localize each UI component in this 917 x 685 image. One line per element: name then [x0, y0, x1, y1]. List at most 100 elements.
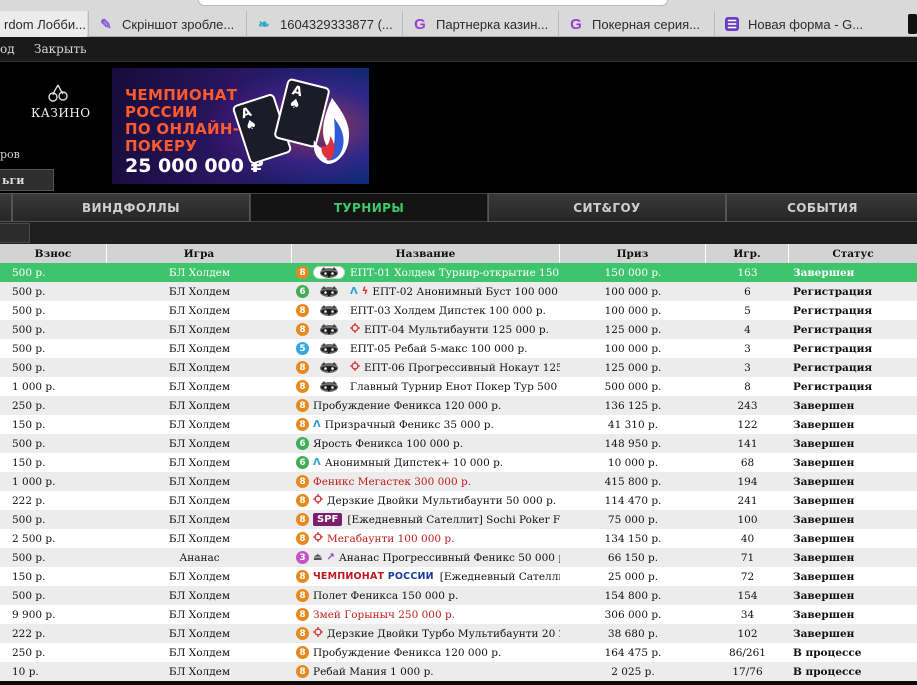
casino-link-label[interactable]: КАЗИНО — [31, 106, 91, 120]
fee-cell: 500 р. — [0, 434, 107, 453]
tab-events[interactable]: СОБЫТИЯ — [726, 193, 917, 222]
prize-cell: 41 310 р. — [607, 418, 659, 431]
name-cell: 8 Полет Феникса 150 000 р. — [292, 586, 560, 605]
game-cell: БЛ Холдем — [168, 532, 231, 545]
menu-item-close[interactable]: Закрыть — [34, 42, 87, 56]
status-cell: Завершен — [793, 627, 855, 640]
championship-banner[interactable]: ЧЕМПИОНАТ РОССИИ ПО ОНЛАЙН- ПОКЕРУ 25 00… — [112, 68, 369, 184]
players-cell: 86/261 — [729, 646, 766, 659]
game-cell: БЛ Холдем — [168, 361, 231, 374]
players-cell: 40 — [740, 532, 755, 545]
tab-tournaments[interactable]: ТУРНИРЫ — [250, 193, 488, 222]
table-size-badge: 6 — [296, 456, 309, 469]
column-header-name[interactable]: Название — [292, 244, 560, 263]
cherries-icon[interactable] — [47, 82, 69, 104]
menu-item-partial[interactable]: од — [0, 42, 15, 56]
tab-windfalls[interactable]: ВИНДФОЛЛЫ — [12, 193, 250, 222]
browser-tab[interactable]: G Партнерка казин... — [402, 11, 558, 37]
table-row[interactable]: 250 р. БЛ Холдем 8 Пробуждение Феникса 120 … — [0, 643, 917, 662]
prize-cell: 114 470 р. — [604, 494, 662, 507]
column-header-game[interactable]: Игра — [107, 244, 292, 263]
table-row[interactable]: 9 900 р. БЛ Холдем 8 Змей Горыныч 250 000 р… — [0, 605, 917, 624]
fee-value: 150 р. — [12, 418, 46, 431]
browser-tab[interactable]: ✎ Скріншот зробле... — [88, 11, 244, 37]
players-cell: 163 — [737, 266, 758, 279]
table-row[interactable]: 2 500 р. БЛ Холдем 8 Мегабаунти 100 000 р. 1… — [0, 529, 917, 548]
tournament-name: Дерзкие Двойки Турбо Мультибаунти 20 222… — [327, 627, 560, 640]
column-header-players[interactable]: Игр. — [706, 244, 789, 263]
table-size-badge: 8 — [296, 627, 309, 640]
table-row[interactable]: 500 р. БЛ Холдем 8 Полет Феникса 150 000 р.… — [0, 586, 917, 605]
table-row[interactable]: 500 р. БЛ Холдем 8 EПТ-03 Холдем Дипстек 10… — [0, 301, 917, 320]
prize-cell: 100 000 р. — [604, 342, 662, 355]
table-row[interactable]: 150 р. БЛ Холдем 8 ЧЕМПИОНАТ РОССИИ [Ежеднев… — [0, 567, 917, 586]
table-row[interactable]: 500 р. БЛ Холдем 8 EПТ-04 Мультибаунти 125 … — [0, 320, 917, 339]
fee-cell: 10 р. — [0, 662, 107, 681]
browser-tab-overflow[interactable] — [908, 14, 917, 34]
prize-cell: 150 000 р. — [604, 266, 662, 279]
browser-tab[interactable]: ☰ Новая форма - G... — [714, 11, 904, 37]
raccoon-icon — [313, 304, 345, 317]
fee-cell: 250 р. — [0, 643, 107, 662]
browser-tab-label: Новая форма - G... — [748, 16, 864, 32]
name-cell: 5 EПТ-05 Ребай 5-макс 100 000 р. — [292, 339, 560, 358]
table-row[interactable]: 222 р. БЛ Холдем 8 Дерзкие Двойки Турбо Мул… — [0, 624, 917, 643]
nav-tab-partial[interactable] — [0, 193, 12, 222]
table-row[interactable]: 150 р. БЛ Холдем 8 Λ Призрачный Феникс 35 00… — [0, 415, 917, 434]
fee-cell: 1 000 р. — [0, 472, 107, 491]
game-cell: БЛ Холдем — [168, 380, 231, 393]
table-size-badge: 8 — [296, 608, 309, 621]
tournament-name: EПТ-02 Анонимный Буст 100 000 р. — [372, 285, 560, 298]
status-cell: Регистрация — [793, 323, 873, 336]
lobby-header: КАЗИНО ров ьги ЧЕМПИОНАТ РОССИИ ПО ОНЛАЙ… — [0, 62, 917, 193]
column-header-prize[interactable]: Приз — [560, 244, 706, 263]
status-cell: Завершен — [793, 608, 855, 621]
players-cell: 6 — [744, 285, 751, 298]
tab-sit-and-go[interactable]: СИТ&ГОУ — [488, 193, 726, 222]
players-cell: 71 — [740, 551, 755, 564]
table-row[interactable]: 150 р. БЛ Холдем 6 Λ Анонимный Дипстек+ 10 0… — [0, 453, 917, 472]
status-cell: Регистрация — [793, 304, 873, 317]
table-row[interactable]: 500 р. БЛ Холдем 5 EПТ-05 Ребай 5-макс 100 … — [0, 339, 917, 358]
column-header-status[interactable]: Статус — [789, 244, 917, 263]
table-row[interactable]: 1 000 р. БЛ Холдем 8 Феникс Мегастек 300 00… — [0, 472, 917, 491]
side-button[interactable]: ьги — [0, 169, 54, 191]
championship-logo-word: ЧЕМПИОНАТ — [313, 571, 385, 582]
table-row[interactable]: 222 р. БЛ Холдем 8 Дерзкие Двойки Мультибау… — [0, 491, 917, 510]
players-cell: 141 — [737, 437, 758, 450]
table-row[interactable]: 500 р. БЛ Холдем 8 EПТ-06 Прогрессивный Нок… — [0, 358, 917, 377]
fee-value: 2 500 р. — [12, 532, 56, 545]
prize-cell: 2 025 р. — [611, 665, 655, 678]
table-row[interactable]: 500 р. Ананас 3 ⏏ ↗ Ананас Прогрессивный Фени… — [0, 548, 917, 567]
name-cell: 8 Пробуждение Феникса 120 000 р. — [292, 643, 560, 662]
players-cell: 5 — [744, 304, 751, 317]
table-row[interactable]: 500 р. БЛ Холдем 8 SPF [Ежедневный Сателлит]… — [0, 510, 917, 529]
browser-tab[interactable]: rdom Лобби...✕ — [0, 11, 87, 37]
side-menu-text[interactable]: ров — [0, 148, 20, 161]
table-row[interactable]: 500 р. БЛ Холдем 8 EПТ-01 Холдем Турнир-отк… — [0, 263, 917, 282]
fee-value: 500 р. — [12, 285, 46, 298]
prize-cell: 125 000 р. — [604, 323, 662, 336]
browser-tab[interactable]: G Покерная серия... — [558, 11, 714, 37]
column-header-fee[interactable]: Взнос — [0, 244, 107, 263]
browser-tab[interactable]: ❧ 1604329333877 (... — [246, 11, 402, 37]
raccoon-icon — [313, 323, 345, 336]
prize-cell: 415 800 р. — [604, 475, 662, 488]
table-row[interactable]: 250 р. БЛ Холдем 8 Пробуждение Феникса 120 … — [0, 396, 917, 415]
fee-value: 250 р. — [12, 646, 46, 659]
table-row[interactable]: 500 р. БЛ Холдем 6 Ярость Феникса 100 000 р… — [0, 434, 917, 453]
table-row[interactable]: 10 р. БЛ Холдем 8 Ребай Мания 1 000 р. 2 025… — [0, 662, 917, 681]
name-cell: 8 EПТ-06 Прогрессивный Нокаут 125 000 р. — [292, 358, 560, 377]
fee-value: 500 р. — [12, 589, 46, 602]
table-row[interactable]: 500 р. БЛ Холдем 6 Λϟ EПТ-02 Анонимный Буст … — [0, 282, 917, 301]
filter-button[interactable] — [0, 223, 30, 243]
status-cell: Завершен — [793, 494, 855, 507]
status-cell: Регистрация — [793, 361, 873, 374]
status-cell: Завершен — [793, 475, 855, 488]
tournament-name: Анонимный Дипстек+ 10 000 р. — [324, 456, 504, 469]
bounty-target-icon — [350, 323, 360, 336]
table-row[interactable]: 1 000 р. БЛ Холдем 8 Главный Турнир Енот По… — [0, 377, 917, 396]
table-size-badge: 3 — [296, 551, 309, 564]
address-bar-edge[interactable] — [198, 0, 668, 6]
bounty-target-icon — [313, 494, 323, 507]
